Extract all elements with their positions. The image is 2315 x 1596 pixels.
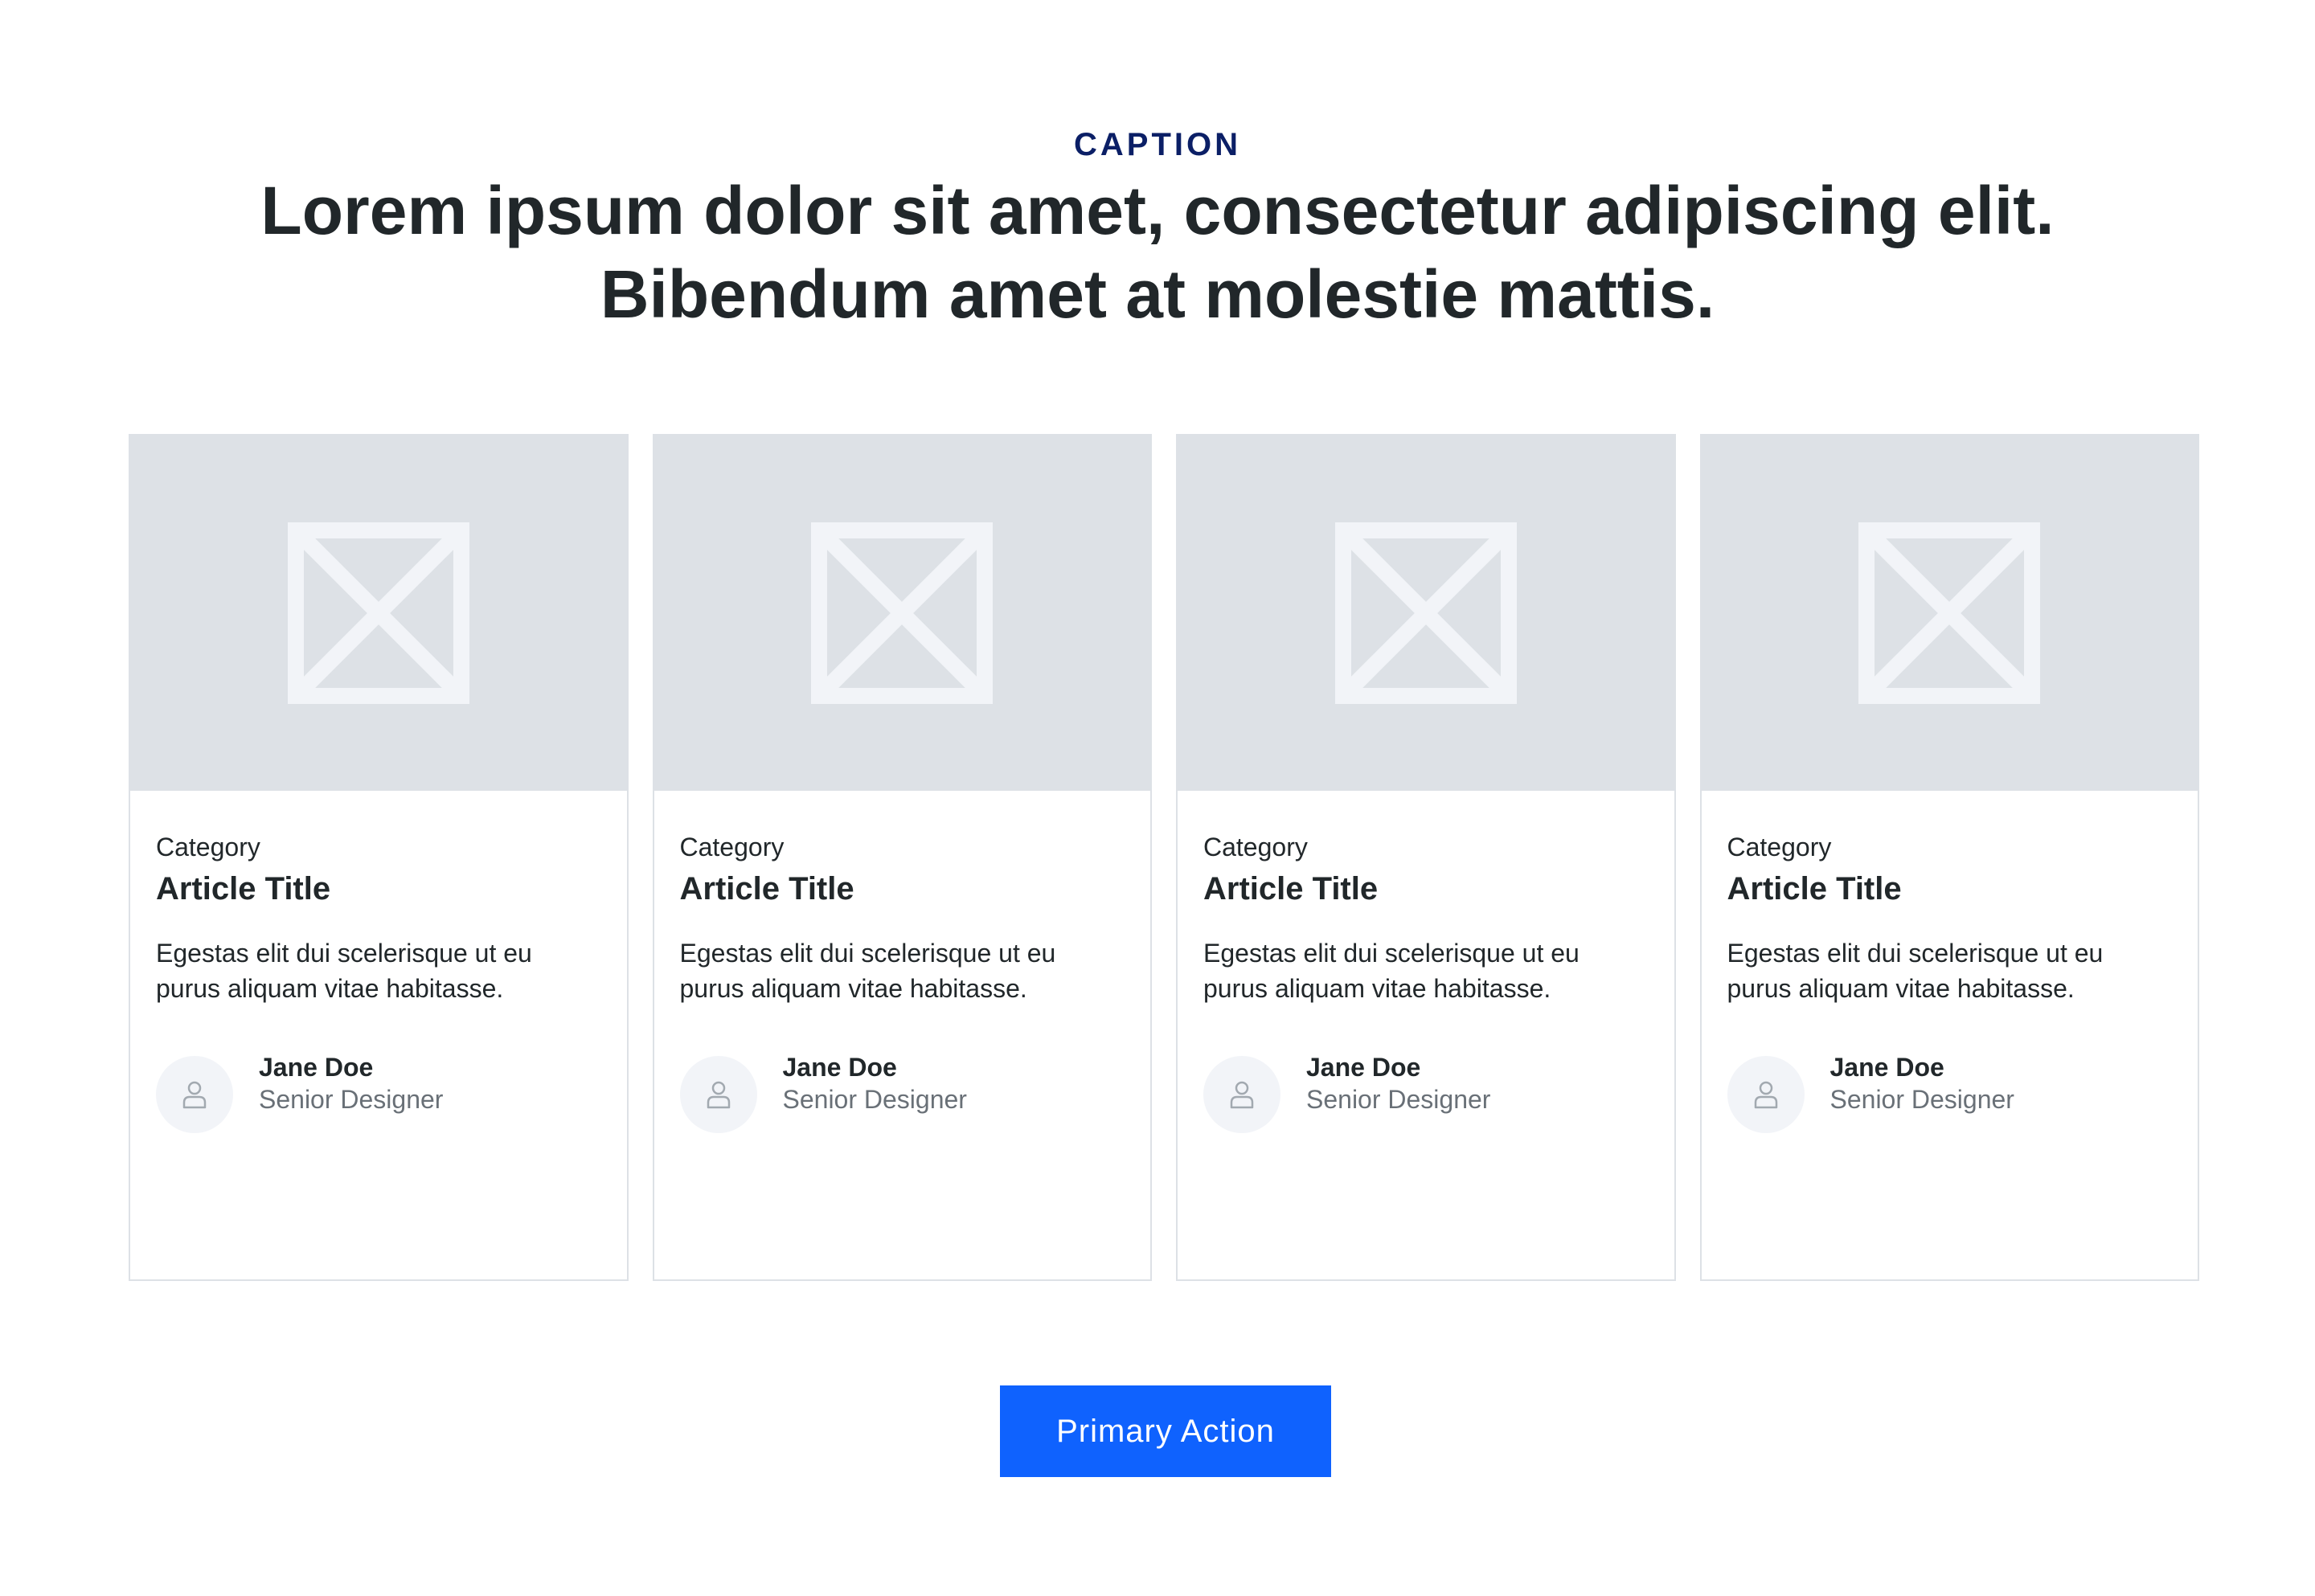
card-excerpt: Egestas elit dui scelerisque ut eu purus…	[679, 939, 1056, 1003]
card-image	[130, 436, 627, 791]
card-body: Category Article Title Egestas elit dui …	[1178, 791, 1674, 1133]
card-author: Jane Doe Senior Designer	[1203, 1053, 1649, 1133]
card-grid: Category Article Title Egestas elit dui …	[129, 434, 2199, 1281]
card-excerpt: Egestas elit dui scelerisque ut eu purus…	[1203, 939, 1580, 1003]
image-placeholder-icon	[287, 522, 469, 704]
card-title[interactable]: Article Title	[1203, 866, 1649, 911]
card-author: Jane Doe Senior Designer	[679, 1053, 1125, 1133]
card-image	[1701, 436, 2198, 791]
card-body: Category Article Title Egestas elit dui …	[654, 791, 1151, 1133]
card-category: Category	[679, 833, 785, 861]
card-category: Category	[1727, 833, 1832, 861]
card-excerpt: Egestas elit dui scelerisque ut eu purus…	[156, 939, 532, 1003]
author-name: Jane Doe	[1829, 1053, 1944, 1082]
primary-action-button[interactable]: Primary Action	[1000, 1385, 1331, 1477]
page: CAPTION Lorem ipsum dolor sit amet, cons…	[0, 0, 2315, 1596]
card-category: Category	[1203, 833, 1308, 861]
card-excerpt: Egestas elit dui scelerisque ut eu purus…	[1727, 939, 2104, 1003]
author-text: Jane Doe Senior Designer	[1306, 1051, 1490, 1115]
author-text: Jane Doe Senior Designer	[259, 1051, 443, 1115]
avatar	[156, 1056, 233, 1133]
article-card[interactable]: Category Article Title Egestas elit dui …	[1699, 434, 2199, 1281]
author-role: Senior Designer	[259, 1085, 444, 1114]
author-name: Jane Doe	[782, 1053, 897, 1082]
author-name: Jane Doe	[1306, 1053, 1421, 1082]
user-icon	[1230, 1081, 1254, 1109]
image-placeholder-icon	[1334, 522, 1517, 704]
author-text: Jane Doe Senior Designer	[783, 1051, 967, 1115]
image-placeholder-icon	[811, 522, 994, 704]
image-placeholder-icon	[1858, 522, 2041, 704]
card-title[interactable]: Article Title	[680, 866, 1125, 911]
author-role: Senior Designer	[782, 1085, 967, 1114]
user-icon	[182, 1081, 207, 1109]
card-body: Category Article Title Egestas elit dui …	[1702, 791, 2198, 1133]
card-title[interactable]: Article Title	[1727, 866, 2173, 911]
user-icon	[707, 1081, 730, 1109]
card-title[interactable]: Article Title	[156, 866, 601, 911]
avatar	[1203, 1056, 1280, 1133]
card-author: Jane Doe Senior Designer	[156, 1053, 601, 1133]
avatar	[679, 1056, 757, 1133]
article-card[interactable]: Category Article Title Egestas elit dui …	[1176, 434, 1676, 1281]
article-card[interactable]: Category Article Title Egestas elit dui …	[652, 434, 1152, 1281]
card-body: Category Article Title Egestas elit dui …	[130, 791, 627, 1133]
card-author: Jane Doe Senior Designer	[1727, 1053, 2173, 1133]
user-icon	[1754, 1081, 1777, 1109]
section-caption: CAPTION	[1074, 127, 1241, 162]
card-category: Category	[156, 833, 260, 861]
section-headline: Lorem ipsum dolor sit amet, consectetur …	[260, 173, 2055, 332]
author-role: Senior Designer	[1306, 1085, 1491, 1114]
card-image	[654, 436, 1150, 791]
author-role: Senior Designer	[1829, 1085, 2014, 1114]
author-text: Jane Doe Senior Designer	[1830, 1051, 2014, 1115]
card-image	[1178, 436, 1674, 791]
avatar	[1727, 1056, 1805, 1133]
author-name: Jane Doe	[259, 1053, 374, 1082]
article-card[interactable]: Category Article Title Egestas elit dui …	[129, 434, 629, 1281]
